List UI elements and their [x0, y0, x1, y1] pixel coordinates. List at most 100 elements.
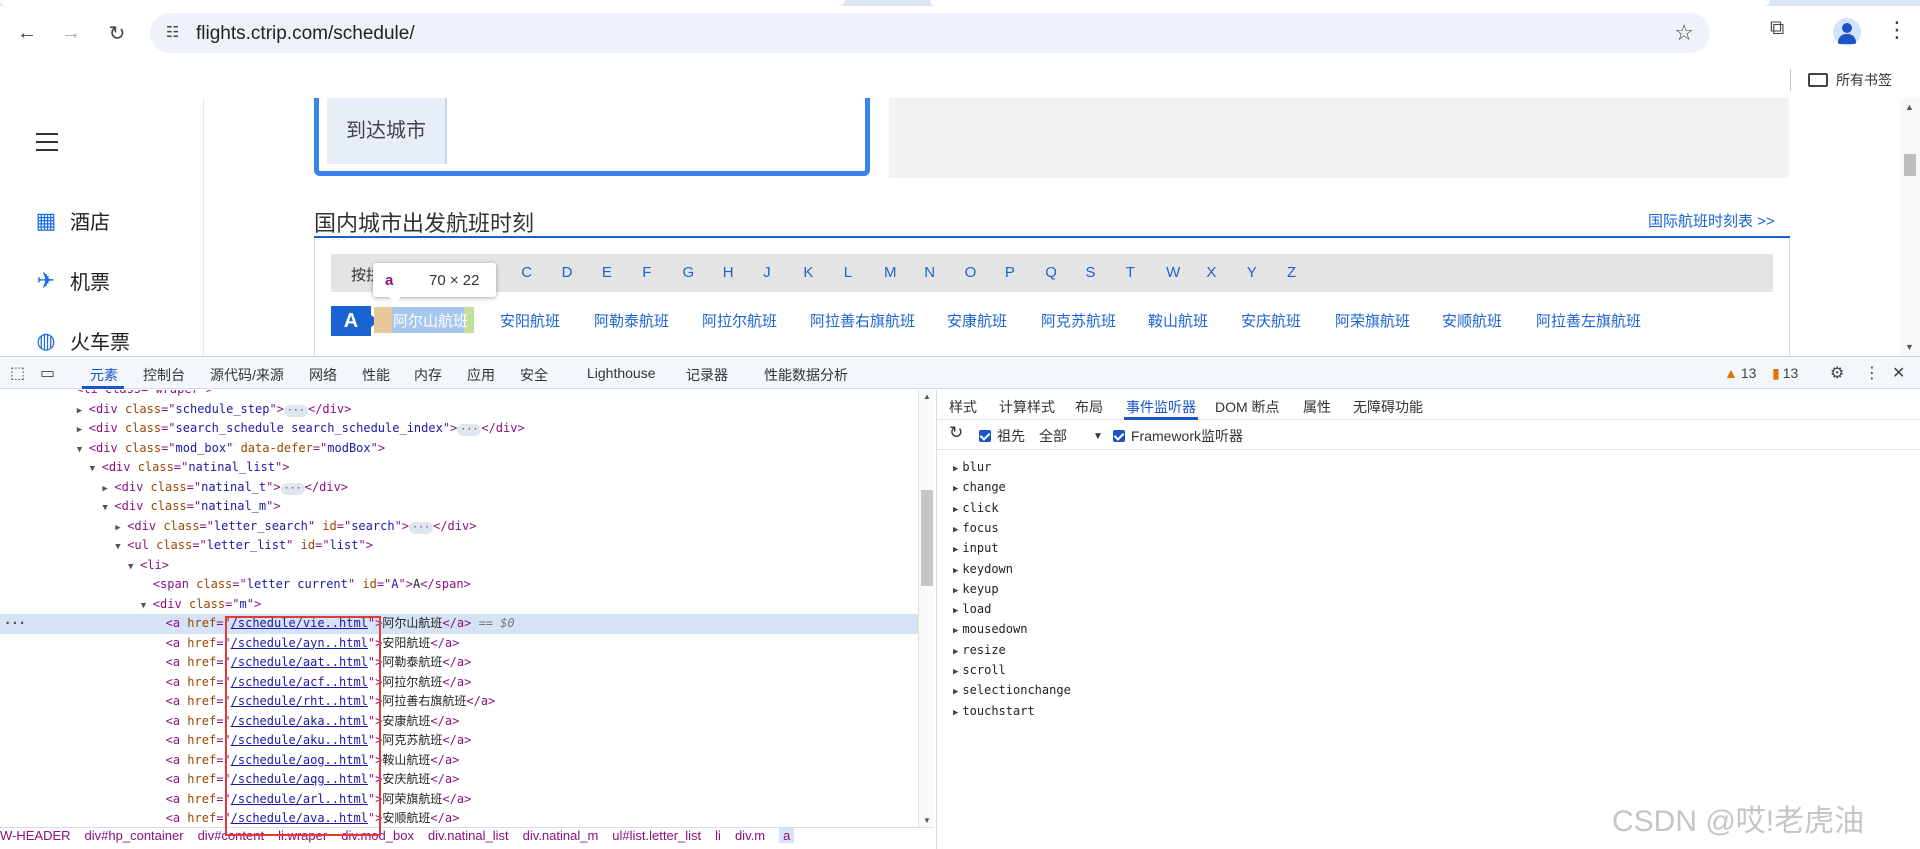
nav-item-hotel[interactable]: ▦ 酒店	[34, 206, 110, 235]
breadcrumb-item[interactable]: div#hp_container	[85, 828, 184, 843]
collapsed-content-icon[interactable]: ···	[409, 521, 434, 534]
url-text[interactable]: flights.ctrip.com/schedule/	[196, 23, 415, 45]
expand-triangle-icon[interactable]: ▶	[953, 667, 958, 677]
site-info-icon[interactable]: ☷	[166, 23, 186, 43]
sidebar-tab[interactable]: 计算样式	[999, 397, 1055, 417]
sidebar-tab[interactable]: 布局	[1075, 397, 1103, 417]
framework-checkbox[interactable]: Framework监听器	[1113, 426, 1243, 446]
scroll-thumb[interactable]	[921, 490, 933, 586]
dom-node-row[interactable]: ▶ <div class="search_schedule search_sche…	[0, 419, 918, 439]
collapsed-content-icon[interactable]: ···	[283, 404, 308, 417]
elements-tree[interactable]: <li class="wraper"> ▶<div class="schedule…	[0, 390, 918, 827]
airline-link[interactable]: 阿拉善左旗航班	[1536, 310, 1641, 331]
breadcrumb-item[interactable]: ul#list.letter_list	[612, 828, 701, 843]
letter-o[interactable]: O	[965, 264, 977, 281]
collapsed-content-icon[interactable]: ···	[280, 482, 305, 495]
airline-link[interactable]: 阿荣旗航班	[1335, 310, 1410, 331]
airline-link[interactable]: 安顺航班	[1442, 310, 1502, 331]
elements-scrollbar[interactable]: ▲ ▼	[918, 390, 934, 827]
forward-icon[interactable]: →	[56, 18, 86, 48]
sidebar-tab[interactable]: 无障碍功能	[1353, 397, 1423, 417]
breadcrumb-item[interactable]: a	[779, 828, 795, 843]
devtools-menu-icon[interactable]: ⋮	[1864, 363, 1880, 383]
event-listener-item[interactable]: ▶ blur	[953, 460, 991, 474]
expand-triangle-icon[interactable]: ▶	[953, 545, 958, 555]
airline-link[interactable]: 阿尔山航班	[393, 310, 468, 331]
breadcrumb-item[interactable]: W-HEADER	[0, 828, 71, 843]
letter-f[interactable]: F	[642, 264, 651, 281]
letter-z[interactable]: Z	[1287, 264, 1296, 281]
dom-node-row[interactable]: <a href="/schedule/aku..html">阿克苏航班</a>	[0, 731, 918, 751]
event-listener-item[interactable]: ▶ selectionchange	[953, 683, 1071, 697]
close-devtools-icon[interactable]: ✕	[1892, 363, 1905, 383]
airline-link[interactable]: 鞍山航班	[1148, 310, 1208, 331]
devtools-tab[interactable]: 控制台	[143, 365, 185, 385]
device-toolbar-icon[interactable]: ▭	[40, 363, 55, 383]
expand-triangle-icon[interactable]: ▶	[953, 606, 958, 616]
expand-triangle-icon[interactable]: ▶	[953, 586, 958, 596]
scroll-thumb[interactable]	[1904, 154, 1916, 176]
scroll-down-icon[interactable]: ▼	[1905, 342, 1914, 352]
airline-link[interactable]: 安阳航班	[500, 310, 560, 331]
expand-triangle-icon[interactable]: ▶	[953, 525, 958, 535]
airline-link[interactable]: 阿勒泰航班	[594, 310, 669, 331]
event-listener-item[interactable]: ▶ mousedown	[953, 622, 1027, 636]
scroll-up-icon[interactable]: ▲	[1905, 102, 1914, 112]
devtools-tab[interactable]: 性能数据分析	[764, 365, 848, 385]
nav-item-flights[interactable]: ✈ 机票	[34, 266, 110, 295]
row-actions-icon[interactable]: ···	[4, 614, 26, 634]
issues-badge[interactable]: ▮ 13	[1772, 365, 1798, 382]
dom-node-row[interactable]: <a href="/schedule/rht..html">阿拉善右旗航班</a…	[0, 692, 918, 712]
warnings-badge[interactable]: ▲ 13	[1724, 365, 1756, 381]
event-listener-item[interactable]: ▶ touchstart	[953, 704, 1035, 718]
dom-node-row[interactable]: <a href="/schedule/aqg..html">安庆航班</a>	[0, 770, 918, 790]
collapsed-content-icon[interactable]: ···	[457, 424, 482, 436]
breadcrumb-item[interactable]: div.natinal_m	[523, 828, 599, 843]
dom-node-row[interactable]: ▼ <div class="natinal_list">	[0, 458, 918, 478]
expand-triangle-icon[interactable]: ▶	[953, 708, 958, 718]
letter-e[interactable]: E	[602, 264, 612, 281]
letter-p[interactable]: P	[1005, 264, 1015, 281]
event-listener-item[interactable]: ▶ scroll	[953, 663, 1006, 677]
letter-l[interactable]: L	[844, 264, 852, 281]
dom-node-row[interactable]: <a href="/schedule/ayn..html">安阳航班</a>	[0, 634, 918, 654]
sidebar-tab[interactable]: 事件监听器	[1126, 397, 1196, 417]
dom-node-row[interactable]: ▼ <div class="natinal_m">	[0, 497, 918, 517]
dom-node-row[interactable]: <a href="/schedule/arl..html">阿荣旗航班</a>	[0, 790, 918, 810]
devtools-tab[interactable]: Lighthouse	[587, 365, 656, 381]
letter-j[interactable]: J	[763, 264, 771, 281]
event-listener-item[interactable]: ▶ focus	[953, 521, 999, 535]
breadcrumb-item[interactable]: div.natinal_list	[428, 828, 509, 843]
letter-t[interactable]: T	[1126, 264, 1135, 281]
letter-w[interactable]: W	[1166, 264, 1180, 281]
dom-node-row[interactable]: <a href="/schedule/aog..html">鞍山航班</a>	[0, 751, 918, 771]
dom-node-row[interactable]: ··· <a href="/schedule/vie..html">阿尔山航班</…	[0, 614, 918, 634]
profile-avatar[interactable]	[1833, 18, 1861, 46]
page-scrollbar[interactable]: ▲ ▼	[1900, 98, 1920, 356]
nav-item-train[interactable]: ◍ 火车票	[34, 326, 130, 355]
letter-y[interactable]: Y	[1247, 264, 1257, 281]
devtools-tab[interactable]: 源代码/来源	[210, 365, 284, 385]
arrival-city-field[interactable]: 到达城市	[327, 98, 447, 164]
expand-triangle-icon[interactable]: ▶	[953, 626, 958, 636]
dom-node-row[interactable]: <a href="/schedule/aka..html">安康航班</a>	[0, 712, 918, 732]
event-listener-item[interactable]: ▶ keyup	[953, 582, 999, 596]
back-icon[interactable]: ←	[12, 18, 42, 48]
filter-select[interactable]: 全部 ▼	[1039, 426, 1103, 446]
dom-node-row[interactable]: ▶ <div class="natinal_t"> ··· </div>	[0, 478, 918, 498]
airline-link[interactable]: 阿拉善右旗航班	[810, 310, 915, 331]
event-listener-item[interactable]: ▶ load	[953, 602, 991, 616]
dom-node-row[interactable]: ▶ <div class="schedule_step"> ··· </div>	[0, 400, 918, 420]
dom-node-row[interactable]: <span class="letter current" id="A">A</s…	[0, 575, 918, 595]
dom-node-row[interactable]: <a href="/schedule/ava..html">安顺航班</a>	[0, 809, 918, 827]
breadcrumb-item[interactable]: div.m	[735, 828, 765, 843]
dom-node-row[interactable]: <li class="wraper">	[0, 390, 918, 400]
ancestors-checkbox[interactable]: 祖先	[979, 426, 1025, 446]
dom-node-row[interactable]: ▼ <div class="mod_box" data-defer="modBox…	[0, 439, 918, 459]
refresh-icon[interactable]: ↻	[949, 423, 963, 443]
reload-icon[interactable]: ↻	[102, 18, 132, 48]
sidebar-tab[interactable]: 样式	[949, 397, 977, 417]
devtools-tab[interactable]: 安全	[520, 365, 548, 385]
letter-d[interactable]: D	[562, 264, 573, 281]
extensions-icon[interactable]: ⧉	[1770, 17, 1784, 40]
